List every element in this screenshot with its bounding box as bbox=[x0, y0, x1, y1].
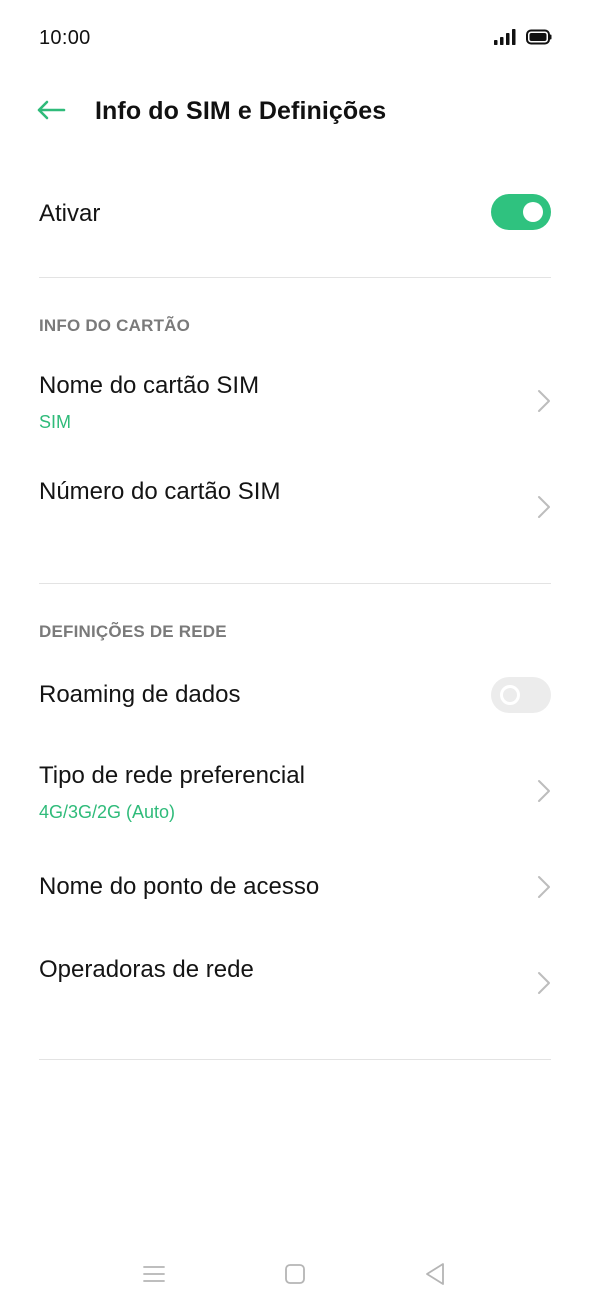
signal-icon bbox=[494, 29, 516, 50]
chevron-right-icon bbox=[536, 970, 552, 996]
chevron-right-icon bbox=[536, 874, 552, 900]
access-point-name-label: Nome do ponto de acesso bbox=[39, 873, 320, 900]
activate-row[interactable]: Ativar bbox=[0, 176, 590, 252]
activate-switch[interactable] bbox=[491, 194, 551, 230]
divider bbox=[39, 277, 551, 278]
switch-knob bbox=[500, 685, 520, 705]
preferred-network-type-row[interactable]: Tipo de rede preferencial 4G/3G/2G (Auto… bbox=[0, 748, 590, 836]
status-time: 10:00 bbox=[39, 27, 91, 49]
chevron-right-icon bbox=[536, 388, 552, 414]
app-bar: Info do SIM e Definições bbox=[0, 80, 590, 144]
home-icon bbox=[284, 1263, 306, 1290]
section-header-card-info: INFO DO CARTÃO bbox=[39, 316, 191, 335]
battery-icon bbox=[526, 29, 552, 50]
chevron-right-icon bbox=[536, 778, 552, 804]
system-nav-bar bbox=[0, 1240, 590, 1312]
sim-card-name-value: SIM bbox=[39, 412, 72, 432]
data-roaming-row[interactable]: Roaming de dados bbox=[0, 660, 590, 732]
back-button[interactable] bbox=[34, 96, 68, 128]
sim-card-name-label: Nome do cartão SIM bbox=[39, 372, 260, 399]
access-point-name-row[interactable]: Nome do ponto de acesso bbox=[0, 852, 590, 924]
recents-button[interactable] bbox=[134, 1260, 174, 1292]
status-bar: 10:00 bbox=[0, 0, 590, 78]
nav-back-button[interactable] bbox=[415, 1260, 455, 1292]
home-button[interactable] bbox=[275, 1260, 315, 1292]
divider bbox=[39, 1059, 551, 1060]
sim-card-number-row[interactable]: Número do cartão SIM bbox=[0, 462, 590, 558]
chevron-right-icon bbox=[536, 494, 552, 520]
back-triangle-icon bbox=[424, 1262, 446, 1291]
divider bbox=[39, 583, 551, 584]
status-icons bbox=[494, 29, 552, 50]
sim-card-number-label: Número do cartão SIM bbox=[39, 478, 281, 505]
data-roaming-switch[interactable] bbox=[491, 677, 551, 713]
section-header-network: DEFINIÇÕES DE REDE bbox=[39, 622, 227, 641]
switch-knob bbox=[523, 202, 543, 222]
page-title: Info do SIM e Definições bbox=[95, 97, 387, 125]
data-roaming-label: Roaming de dados bbox=[39, 681, 241, 708]
arrow-left-icon bbox=[36, 99, 66, 126]
preferred-network-type-label: Tipo de rede preferencial bbox=[39, 762, 305, 789]
sim-card-name-row[interactable]: Nome do cartão SIM SIM bbox=[0, 356, 590, 446]
preferred-network-type-value: 4G/3G/2G (Auto) bbox=[39, 802, 176, 822]
menu-icon bbox=[142, 1264, 166, 1289]
network-operators-row[interactable]: Operadoras de rede bbox=[0, 940, 590, 1030]
network-operators-label: Operadoras de rede bbox=[39, 956, 254, 983]
activate-label: Ativar bbox=[39, 200, 101, 227]
